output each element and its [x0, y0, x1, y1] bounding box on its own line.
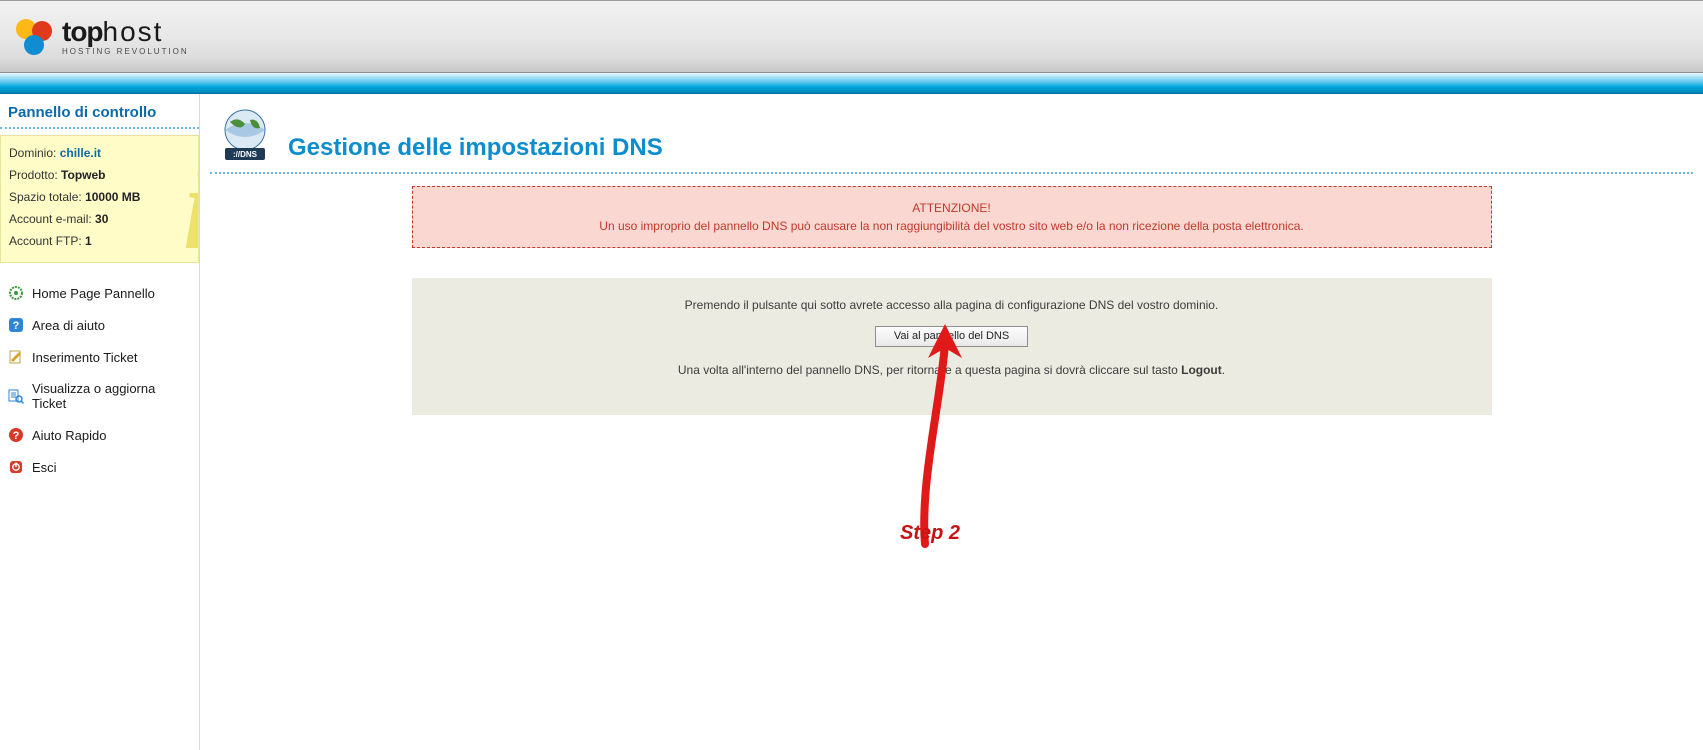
- warning-body: Un uso improprio del pannello DNS può ca…: [599, 219, 1303, 233]
- info-ftp-value: 1: [85, 234, 92, 248]
- sidebar-title: Pannello di controllo: [0, 94, 199, 129]
- action-intro: Premendo il pulsante qui sotto avrete ac…: [436, 298, 1468, 312]
- brand-name-strong: top: [62, 16, 103, 47]
- sidebar-item-help-area[interactable]: ? Area di aiuto: [0, 309, 199, 341]
- sidebar-item-label: Home Page Pannello: [32, 286, 155, 301]
- sidebar-item-label: Area di aiuto: [32, 318, 105, 333]
- brand-logo: tophost HOSTING REVOLUTION: [0, 15, 189, 59]
- account-info-card: i Dominio: chille.it Prodotto: Topweb Sp…: [0, 135, 199, 263]
- warning-title: ATTENZIONE!: [433, 201, 1471, 215]
- edit-note-icon: [8, 349, 24, 365]
- sidebar-nav: Home Page Pannello ? Area di aiuto Inser…: [0, 277, 199, 483]
- info-ftp-label: Account FTP:: [9, 234, 82, 248]
- action-note-pre: Una volta all'interno del pannello DNS, …: [678, 363, 1181, 377]
- info-product-value: Topweb: [61, 168, 105, 182]
- brand-wordmark: tophost HOSTING REVOLUTION: [62, 18, 189, 56]
- sidebar: Pannello di controllo i Dominio: chille.…: [0, 94, 200, 750]
- sidebar-item-logout[interactable]: Esci: [0, 451, 199, 483]
- brand-tagline: HOSTING REVOLUTION: [62, 48, 189, 56]
- info-space-label: Spazio totale:: [9, 190, 82, 204]
- sidebar-item-label: Esci: [32, 460, 57, 475]
- sidebar-item-home[interactable]: Home Page Pannello: [0, 277, 199, 309]
- sidebar-item-label: Aiuto Rapido: [32, 428, 106, 443]
- info-domain-label: Dominio:: [9, 146, 56, 160]
- info-space-value: 10000 MB: [85, 190, 140, 204]
- accent-bar: [0, 72, 1703, 94]
- brand-mark-icon: [12, 15, 56, 59]
- info-email-value: 30: [95, 212, 108, 226]
- info-domain-link[interactable]: chille.it: [60, 146, 101, 160]
- info-space: Spazio totale: 10000 MB: [9, 186, 190, 208]
- sidebar-item-quick-help[interactable]: ? Aiuto Rapido: [0, 419, 199, 451]
- info-product-label: Prodotto:: [9, 168, 58, 182]
- sidebar-item-label: Visualizza o aggiorna Ticket: [32, 381, 191, 411]
- warning-box: ATTENZIONE! Un uso improprio del pannell…: [412, 186, 1492, 248]
- go-to-dns-button[interactable]: Vai al pannello del DNS: [875, 326, 1028, 347]
- help-circle-icon: ?: [8, 427, 24, 443]
- svg-text:?: ?: [13, 430, 20, 442]
- svg-text:?: ?: [13, 320, 20, 332]
- info-ftp: Account FTP: 1: [9, 230, 190, 252]
- search-list-icon: [8, 388, 24, 404]
- gear-icon: [8, 285, 24, 301]
- sidebar-item-insert-ticket[interactable]: Inserimento Ticket: [0, 341, 199, 373]
- svg-text:://DNS: ://DNS: [233, 150, 258, 159]
- power-icon: [8, 459, 24, 475]
- action-note-bold: Logout: [1181, 363, 1222, 377]
- dns-globe-icon: ://DNS: [216, 106, 274, 164]
- sidebar-item-view-ticket[interactable]: Visualizza o aggiorna Ticket: [0, 373, 199, 419]
- brand-name-thin: host: [103, 16, 164, 47]
- action-note-post: .: [1222, 363, 1225, 377]
- step-label: Step 2: [900, 522, 960, 545]
- action-note: Una volta all'interno del pannello DNS, …: [436, 363, 1468, 377]
- info-domain: Dominio: chille.it: [9, 142, 190, 164]
- action-box: Premendo il pulsante qui sotto avrete ac…: [412, 278, 1492, 415]
- info-product: Prodotto: Topweb: [9, 164, 190, 186]
- main-content: ://DNS Gestione delle impostazioni DNS A…: [200, 94, 1703, 750]
- info-email-label: Account e-mail:: [9, 212, 92, 226]
- page-title: Gestione delle impostazioni DNS: [288, 134, 663, 164]
- topbar: tophost HOSTING REVOLUTION: [0, 0, 1703, 72]
- sidebar-item-label: Inserimento Ticket: [32, 350, 138, 365]
- help-square-icon: ?: [8, 317, 24, 333]
- info-email: Account e-mail: 30: [9, 208, 190, 230]
- page-head: ://DNS Gestione delle impostazioni DNS: [210, 106, 1693, 174]
